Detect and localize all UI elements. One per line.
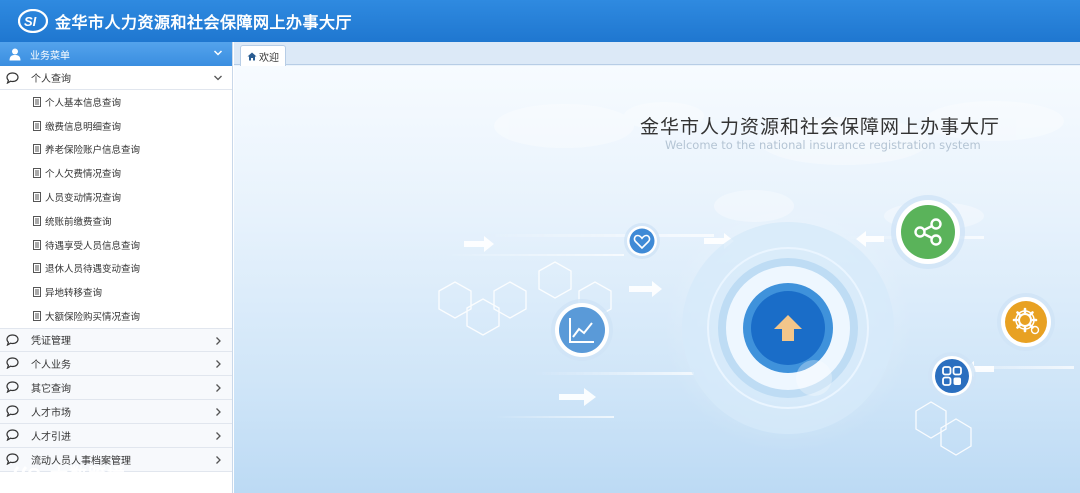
menu-item-beneficiary-info[interactable]: 待遇享受人员信息查询 [0,233,232,257]
tab-bar: 欢迎 [234,42,1080,66]
document-icon [33,263,41,274]
watermark: 大数跨境 [12,461,126,487]
menu-group-label: 个人查询 [31,74,71,85]
watermark-text: 大数跨境 [50,465,126,486]
gear-icon[interactable] [996,292,1056,352]
line-chart-icon[interactable] [550,298,614,362]
share-icon[interactable] [890,194,966,270]
menu-item-pension-account[interactable]: 养老保险账户信息查询 [0,138,232,162]
menu-item-pre-account-payment[interactable]: 统账前缴费查询 [0,209,232,233]
chevron-right-icon [216,408,221,416]
menu-group-personal-query[interactable]: 个人查询 [0,66,232,90]
document-icon [33,239,41,250]
sidebar: 业务菜单 个人查询 个人基本信息查询 缴费信息明细查询 养老保险账户信息查询 个… [0,42,233,493]
user-icon [9,48,21,61]
menu-group-talent-market[interactable]: 人才市场 [0,399,232,424]
svg-text:SI: SI [24,14,37,29]
speech-bubble-icon [6,405,19,418]
menu-item-label: 统账前缴费查询 [45,216,112,228]
document-icon [33,120,41,131]
app-title: 金华市人力资源和社会保障网上办事大厅 [55,13,353,32]
speech-bubble-icon [6,334,19,346]
menu-group-label: 其它查询 [31,383,71,395]
menu-group-label: 人才市场 [31,407,71,419]
menu-item-personal-info[interactable]: 个人基本信息查询 [0,90,232,114]
upload-arrow-icon[interactable] [772,312,804,344]
document-icon [33,96,41,107]
document-icon [33,287,41,298]
speech-bubble-icon [6,357,19,370]
document-icon [33,144,41,155]
menu-item-label: 养老保险账户信息查询 [45,145,141,157]
welcome-panel: 金华市人力资源和社会保障网上办事大厅 Welcome to the nation… [234,66,1080,493]
document-icon [33,192,41,203]
menu-group-label: 个人业务 [31,359,71,371]
menu-item-label: 人员变动情况查询 [45,193,122,205]
menu-item-label: 个人基本信息查询 [45,97,122,109]
welcome-subtitle: Welcome to the national insurance regist… [665,138,981,152]
app-header: SI 金华市人力资源和社会保障网上办事大厅 [0,0,1080,42]
welcome-title: 金华市人力资源和社会保障网上办事大厅 [640,116,1001,138]
menu-item-label: 缴费信息明细查询 [45,121,122,133]
menu-group-other-query[interactable]: 其它查询 [0,375,232,400]
watermark-logo-icon [13,465,41,483]
menu-item-transfer-query[interactable]: 异地转移查询 [0,280,232,304]
speech-bubble-icon [6,71,19,84]
speech-bubble-icon [6,429,19,442]
document-icon [33,168,41,179]
document-icon [33,215,41,226]
menu-item-arrears[interactable]: 个人欠费情况查询 [0,161,232,185]
chevron-right-icon [216,432,221,440]
tab-label: 欢迎 [259,52,279,64]
home-icon [247,52,257,60]
menu-group-talent-introduction[interactable]: 人才引进 [0,423,232,448]
chevron-right-icon [216,456,221,464]
menu-group-voucher-management[interactable]: 凭证管理 [0,327,232,352]
chevron-down-icon [214,75,222,81]
menu-group-personal-business[interactable]: 个人业务 [0,351,232,376]
menu-item-label: 个人欠费情况查询 [45,169,122,181]
chevron-right-icon [216,384,221,392]
document-icon [33,311,41,322]
menu-item-large-insurance[interactable]: 大额保险购买情况查询 [0,304,232,328]
menu-group-label: 凭证管理 [31,336,71,348]
apps-grid-icon[interactable] [927,351,977,401]
menu-item-label: 待遇享受人员信息查询 [45,240,141,252]
menu-item-personnel-change[interactable]: 人员变动情况查询 [0,185,232,209]
main-area: 欢迎 金华市人力资源和社会保障网上办事大厅 Welcome to the nat… [234,42,1080,493]
chevron-down-icon [213,50,223,56]
speech-bubble-icon [6,381,19,394]
si-logo-icon: SI [18,9,48,33]
menu-item-label: 大额保险购买情况查询 [45,312,141,324]
menu-item-retiree-benefit-change[interactable]: 退休人员待遇变动查询 [0,257,232,281]
menu-item-label: 异地转移查询 [45,288,103,300]
tab-welcome[interactable]: 欢迎 [240,45,286,66]
chevron-right-icon [216,337,221,345]
chevron-right-icon [216,360,221,368]
menu-item-payment-detail[interactable]: 缴费信息明细查询 [0,114,232,138]
heart-icon[interactable] [623,222,661,260]
menu-group-label: 人才引进 [31,431,71,443]
business-menu-header[interactable]: 业务菜单 [0,42,232,66]
menu-item-label: 退休人员待遇变动查询 [45,264,141,276]
menu-title: 业务菜单 [30,50,70,62]
